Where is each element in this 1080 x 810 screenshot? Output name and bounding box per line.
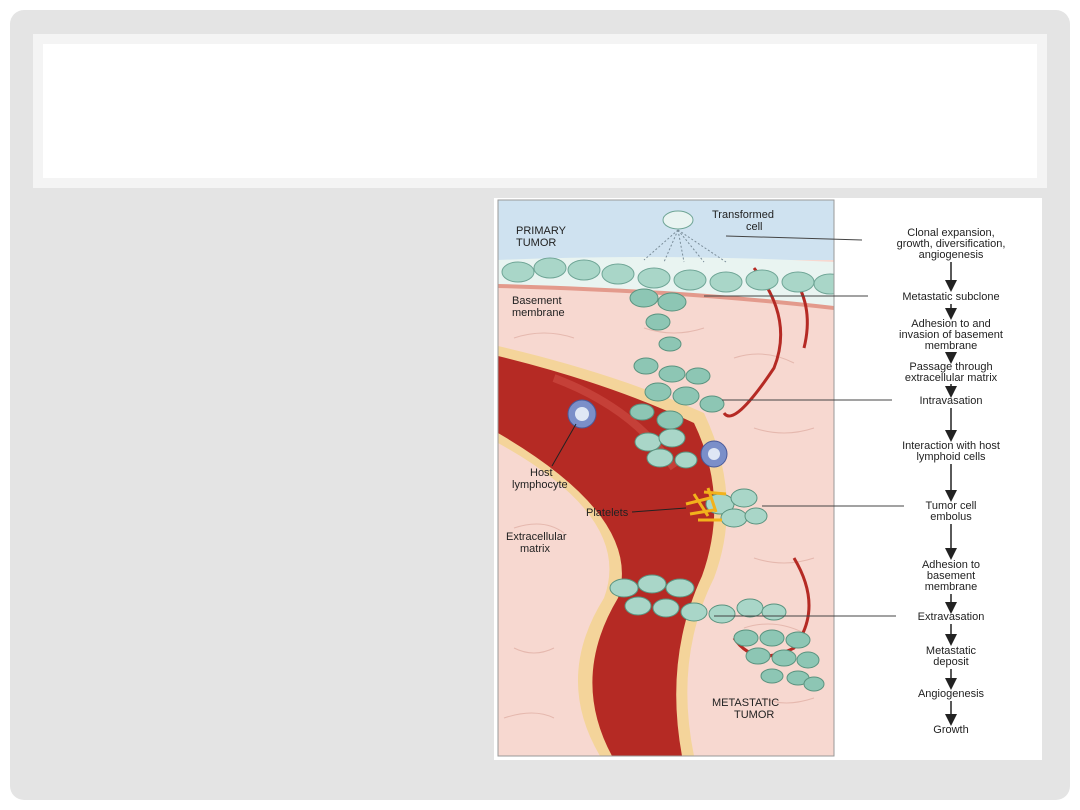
label-extracellular-matrix-1: Extracellular xyxy=(506,531,567,543)
step-2-line-1: Metastatic subclone xyxy=(902,291,999,303)
step-10-line-2: deposit xyxy=(933,656,968,668)
label-extracellular-matrix-2: matrix xyxy=(520,543,550,555)
metastasis-diagram: PRIMARY TUMOR Transformed cell Basement … xyxy=(497,199,1006,757)
metastasis-figure: PRIMARY TUMOR Transformed cell Basement … xyxy=(494,198,1042,760)
label-transformed-cell-2: cell xyxy=(746,221,763,233)
label-transformed-cell-1: Transformed xyxy=(712,209,774,221)
step-11-line-1: Angiogenesis xyxy=(918,688,985,700)
step-9: Extravasation xyxy=(918,611,985,623)
label-metastatic-tumor-2: TUMOR xyxy=(734,709,774,721)
step-10: Metastatic deposit xyxy=(926,645,977,668)
label-basement-membrane-1: Basement xyxy=(512,295,562,307)
step-8: Adhesion to basement membrane xyxy=(922,559,980,593)
step-12: Growth xyxy=(933,724,968,736)
step-6-line-2: lymphoid cells xyxy=(916,451,986,463)
step-5-line-1: Intravasation xyxy=(920,395,983,407)
step-12-line-1: Growth xyxy=(933,724,968,736)
step-5: Intravasation xyxy=(920,395,983,407)
step-7-line-2: embolus xyxy=(930,511,972,523)
step-1-line-3: angiogenesis xyxy=(919,249,984,261)
label-host-lymphocyte-1: Host xyxy=(530,467,553,479)
step-3: Adhesion to and invasion of basement mem… xyxy=(899,318,1003,352)
step-2: Metastatic subclone xyxy=(902,291,999,303)
step-11: Angiogenesis xyxy=(918,688,985,700)
step-9-line-1: Extravasation xyxy=(918,611,985,623)
title-inner xyxy=(43,44,1037,178)
step-7: Tumor cell embolus xyxy=(926,500,977,523)
transformed-cell xyxy=(662,210,694,230)
label-platelets: Platelets xyxy=(586,507,629,519)
step-4-line-2: extracellular matrix xyxy=(905,372,998,384)
label-primary-tumor-1: PRIMARY xyxy=(516,225,567,237)
label-basement-membrane-2: membrane xyxy=(512,307,565,319)
lymphocyte-nucleus-1 xyxy=(575,407,589,421)
step-6: Interaction with host lymphoid cells xyxy=(902,440,1000,463)
step-1: Clonal expansion, growth, diversificatio… xyxy=(897,227,1006,261)
step-8-line-3: membrane xyxy=(925,581,978,593)
label-host-lymphocyte-2: lymphocyte xyxy=(512,479,568,491)
step-4: Passage through extracellular matrix xyxy=(905,361,998,384)
label-metastatic-tumor-1: METASTATIC xyxy=(712,697,779,709)
step-3-line-3: membrane xyxy=(925,340,978,352)
illustration-panel: PRIMARY TUMOR Transformed cell Basement … xyxy=(498,200,834,756)
title-placeholder xyxy=(33,34,1047,188)
lymphocyte-nucleus-2 xyxy=(708,448,720,460)
label-primary-tumor-2: TUMOR xyxy=(516,237,556,249)
